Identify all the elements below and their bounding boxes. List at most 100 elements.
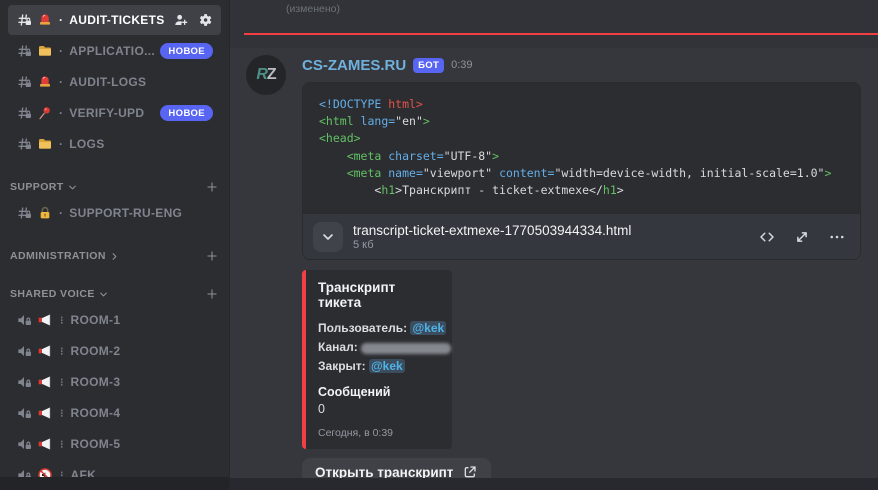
channel-support-ru-eng[interactable]: · SUPPORT-RU-ENG bbox=[8, 198, 221, 228]
view-code-icon bbox=[758, 228, 776, 246]
chevron-down-icon bbox=[320, 229, 336, 245]
channel-name: ROOM-5 bbox=[71, 437, 121, 451]
channel-name-dot: · bbox=[59, 106, 63, 120]
channel-name-dot: · bbox=[59, 13, 63, 27]
megaphone-emoji-icon bbox=[37, 436, 53, 452]
code-line: <!DOCTYPE html> bbox=[319, 96, 844, 113]
megaphone-emoji-icon bbox=[37, 312, 53, 328]
channel-name-separator: ⁝ bbox=[60, 438, 64, 451]
embed-description: Пользователь: @kek Канал: Закрыт: @kek bbox=[318, 319, 440, 376]
invite-members-icon[interactable] bbox=[173, 12, 189, 28]
channel-name: AUDIT-TICKETS bbox=[69, 13, 164, 27]
folder-emoji-icon bbox=[37, 43, 53, 59]
voice-channel-room-4[interactable]: ⁝ ROOM-4 bbox=[8, 398, 221, 428]
edit-channel-gear-icon[interactable] bbox=[197, 12, 213, 28]
embed-row-label: Канал: bbox=[318, 340, 361, 354]
channel-name-separator: ⁝ bbox=[60, 345, 64, 358]
code-line: <html lang="en"> bbox=[319, 113, 844, 130]
username[interactable]: CS-ZAMES.RU bbox=[302, 57, 406, 74]
redacted-channel-value bbox=[361, 343, 451, 354]
create-channel-button[interactable] bbox=[205, 180, 219, 194]
embed-row: Закрыт: @kek bbox=[318, 357, 440, 376]
embed-row: Канал: bbox=[318, 338, 440, 357]
channel-name-separator: ⁝ bbox=[60, 407, 64, 420]
voice-channel-room-3[interactable]: ⁝ROOM-3 bbox=[8, 367, 221, 397]
create-channel-button[interactable] bbox=[205, 249, 219, 263]
previous-message-edited-label: (изменено) bbox=[286, 3, 340, 15]
user-mention[interactable]: @kek bbox=[410, 321, 446, 335]
avatar-letter-z: Z bbox=[267, 66, 276, 84]
category-label: ADMINISTRATION bbox=[10, 250, 106, 262]
collapse-preview-button[interactable] bbox=[313, 222, 343, 252]
channel-audit-tickets[interactable]: · AUDIT-TICKETS bbox=[8, 5, 221, 35]
text-channel-locked-icon bbox=[16, 105, 32, 121]
voice-channel-locked-icon bbox=[16, 312, 32, 328]
create-channel-plus-icon[interactable] bbox=[205, 249, 219, 263]
channel-audit-logs[interactable]: ·AUDIT-LOGS bbox=[8, 67, 221, 97]
chevron-down-icon bbox=[67, 182, 78, 193]
more-options-button[interactable] bbox=[828, 228, 846, 246]
siren-emoji-icon bbox=[37, 74, 53, 90]
megaphone-emoji-icon bbox=[37, 405, 53, 421]
chevron-down-icon bbox=[320, 229, 336, 245]
category-support[interactable]: SUPPORT bbox=[0, 177, 229, 197]
channel-verify-upd[interactable]: ·VERIFY-UPDНОВОЕ bbox=[8, 98, 221, 128]
avatar[interactable]: RZ bbox=[246, 55, 286, 95]
channel-name-separator: ⁝ bbox=[60, 314, 64, 327]
voice-channel-room-1[interactable]: ⁝ROOM-1 bbox=[8, 305, 221, 335]
embed-row: Пользователь: @kek bbox=[318, 319, 440, 338]
siren-emoji-icon bbox=[37, 12, 53, 28]
voice-channel-locked-icon bbox=[16, 374, 32, 390]
channel-name-dot: · bbox=[59, 137, 63, 151]
lock-emoji-icon bbox=[37, 205, 53, 221]
new-badge: НОВОЕ bbox=[160, 43, 213, 59]
text-channel-locked-icon bbox=[16, 43, 32, 59]
channel-name: VERIFY-UPD bbox=[69, 106, 144, 120]
channel-name: ROOM-3 bbox=[71, 375, 121, 389]
code-line: <head> bbox=[319, 130, 844, 147]
file-actions bbox=[758, 228, 846, 246]
file-bar: transcript-ticket-extmexe-1770503944334.… bbox=[303, 213, 860, 259]
code-line: <meta charset="UTF-8"> bbox=[319, 148, 844, 165]
category-administration[interactable]: ADMINISTRATION bbox=[0, 246, 229, 266]
channel-name: ROOM-4 bbox=[71, 406, 121, 420]
channel-name-dot: · bbox=[59, 206, 63, 220]
bot-badge: БОТ bbox=[413, 58, 444, 73]
create-channel-button[interactable] bbox=[205, 287, 219, 301]
chat-bottom-strip bbox=[230, 478, 878, 490]
file-attachment-card: <!DOCTYPE html><html lang="en"><head> <m… bbox=[302, 82, 861, 260]
channel-logs[interactable]: ·LOGS bbox=[8, 129, 221, 159]
text-channel-locked-icon bbox=[16, 205, 32, 221]
megaphone-emoji-icon bbox=[37, 343, 53, 359]
ticket-embed: Транскрипт тикета Пользователь: @kek Кана… bbox=[302, 270, 452, 449]
folder-emoji-icon bbox=[37, 136, 53, 152]
channel-applicatio-[interactable]: ·APPLICATIO...НОВОЕ bbox=[8, 36, 221, 66]
view-code-button[interactable] bbox=[758, 228, 776, 246]
create-channel-plus-icon[interactable] bbox=[205, 180, 219, 194]
file-name: transcript-ticket-extmexe-1770503944334.… bbox=[353, 223, 631, 238]
megaphone-emoji-icon bbox=[37, 374, 53, 390]
category-label: SUPPORT bbox=[10, 181, 64, 193]
voice-channel-room-5[interactable]: ⁝ ROOM-5 bbox=[8, 429, 221, 459]
text-channel-locked-icon bbox=[16, 136, 32, 152]
bot-message: RZ CS-ZAMES.RU БОТ 0:39 <!DOCTYPE html><… bbox=[230, 48, 878, 478]
avatar-letter-r: R bbox=[256, 66, 267, 84]
category-shared-voice[interactable]: SHARED VOICE bbox=[0, 284, 229, 304]
chevron-right-icon bbox=[109, 251, 120, 262]
more-options-icon bbox=[828, 228, 846, 246]
channel-name: SUPPORT-RU-ENG bbox=[69, 206, 182, 220]
voice-channel-room-2[interactable]: ⁝ROOM-2 bbox=[8, 336, 221, 366]
file-info: transcript-ticket-extmexe-1770503944334.… bbox=[353, 223, 631, 251]
embed-footer: Сегодня, в 0:39 bbox=[318, 427, 440, 439]
message-timestamp: 0:39 bbox=[451, 59, 472, 71]
expand-preview-button[interactable] bbox=[793, 228, 811, 246]
text-channel-locked-icon bbox=[16, 74, 32, 90]
code-preview: <!DOCTYPE html><html lang="en"><head> <m… bbox=[303, 83, 860, 213]
channel-name-dot: · bbox=[59, 44, 63, 58]
user-mention[interactable]: @kek bbox=[369, 359, 405, 373]
channel-name: AUDIT-LOGS bbox=[69, 75, 146, 89]
chevron-down-icon bbox=[98, 289, 109, 300]
create-channel-plus-icon[interactable] bbox=[205, 287, 219, 301]
embed-title: Транскрипт тикета bbox=[318, 280, 440, 310]
file-size: 5 кб bbox=[353, 239, 631, 251]
